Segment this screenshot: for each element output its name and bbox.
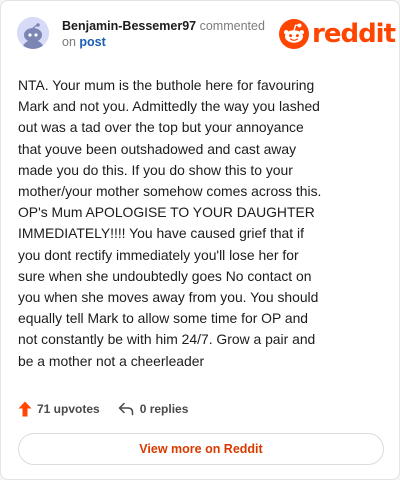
reply-arrow-icon [118,402,133,416]
upvote-arrow-icon [18,401,32,417]
view-more-on-reddit-button[interactable]: View more on Reddit [18,433,384,465]
username-link[interactable]: Benjamin-Bessemer97 [62,19,196,33]
reddit-logo[interactable]: reddit [279,19,396,49]
on-label: on [62,35,76,49]
comment-header: Benjamin-Bessemer97 commented on post [62,18,277,50]
comment-body: NTA. Your mum is the buthole here for fa… [18,77,322,369]
comment-card: Benjamin-Bessemer97 commented on post re… [0,0,400,480]
post-link[interactable]: post [79,35,105,49]
commented-label: commented [199,19,265,33]
snoo-avatar-icon [17,17,49,49]
upvote-count: 71 upvotes [37,402,100,416]
reply-button[interactable]: 0 replies [118,402,189,416]
upvote-button[interactable]: 71 upvotes [18,401,100,417]
comment-actions: 71 upvotes 0 replies [18,399,188,419]
reddit-wordmark: reddit [312,19,396,49]
user-avatar[interactable] [17,17,49,49]
reply-count: 0 replies [139,402,189,416]
reddit-snoo-icon [279,19,309,49]
